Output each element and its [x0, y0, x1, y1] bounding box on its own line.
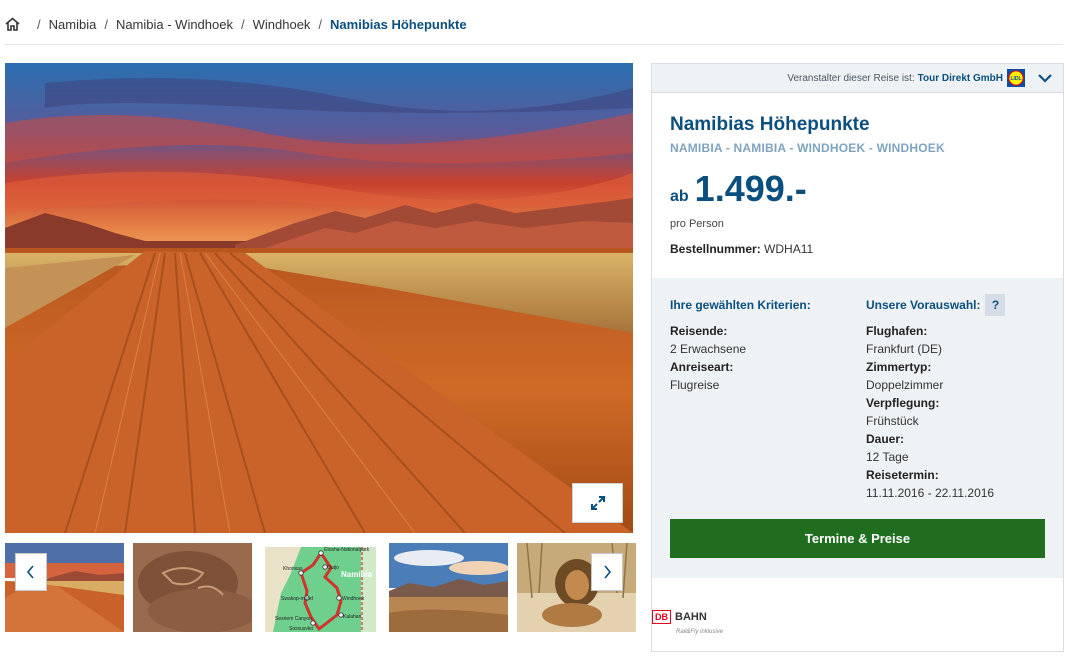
chevron-right-icon — [604, 565, 612, 579]
preselection-label: Zimmertyp: — [866, 360, 932, 374]
preselection: Unsere Vorauswahl: ? Flughafen: Frankfur… — [866, 294, 1006, 502]
thumbnail-landscape[interactable] — [389, 543, 508, 632]
operator-label: Veranstalter dieser Reise ist: — [787, 72, 915, 84]
selected-criteria-heading: Ihre gewählten Kriterien: — [670, 298, 811, 312]
order-value: WDHA11 — [764, 242, 814, 256]
breadcrumb-separator: / — [240, 16, 245, 32]
preselection-heading: Unsere Vorauswahl: ? — [866, 294, 1006, 316]
svg-text:LIDL: LIDL — [1010, 76, 1021, 82]
map-label-swakopmund: Swakop-mund — [281, 596, 313, 602]
preselection-heading-text: Unsere Vorauswahl: — [866, 298, 981, 312]
expand-button[interactable] — [572, 483, 623, 523]
trip-title: Namibias Höhepunkte — [670, 114, 870, 135]
preselection-value: Doppelzimmer — [866, 378, 944, 392]
expand-icon — [590, 496, 605, 510]
db-logo: DB — [652, 610, 671, 624]
breadcrumb-current: Namibias Höhepunkte — [330, 16, 467, 32]
bahn-tagline: Rail&Fly inklusive — [676, 629, 724, 635]
map-label-outjo: Outjo — [327, 565, 339, 571]
home-icon[interactable] — [5, 17, 20, 31]
preselection-value: 12 Tage — [866, 450, 909, 464]
operator-name: Tour Direkt GmbH — [917, 72, 1003, 84]
map-label-sesriem: Sesriem Canyon — [275, 616, 312, 622]
preselection-label: Dauer: — [866, 432, 905, 446]
price-prefix: ab — [670, 188, 689, 205]
selected-criteria: Ihre gewählten Kriterien: Reisende: 2 Er… — [670, 296, 811, 394]
breadcrumb: / Namibia / Namibia - Windhoek / Windhoe… — [5, 14, 467, 34]
price: ab 1.499.- — [670, 168, 807, 210]
price-unit: pro Person — [670, 218, 724, 230]
criteria-value: 2 Erwachsene — [670, 342, 747, 356]
help-button[interactable]: ? — [985, 294, 1006, 316]
breadcrumb-link-namibia[interactable]: Namibia — [49, 17, 97, 32]
preselection-value: Frühstück — [866, 414, 919, 428]
preselection-label: Reisetermin: — [866, 468, 939, 482]
chevron-down-icon[interactable] — [1037, 73, 1053, 83]
map-label-khorixas: Khorixas — [283, 566, 303, 572]
trip-destination: NAMIBIA - NAMIBIA - WINDHOEK - WINDHOEK — [670, 141, 945, 155]
thumbnail-rock-engraving[interactable] — [133, 543, 252, 632]
breadcrumb-divider — [5, 44, 1063, 45]
booking-panel: Veranstalter dieser Reise ist: Tour Dire… — [651, 63, 1064, 652]
criteria-value: Flugreise — [670, 378, 720, 392]
order-number: Bestellnummer: WDHA11 — [670, 242, 813, 256]
preselection-label: Verpflegung: — [866, 396, 940, 410]
order-label: Bestellnummer: — [670, 242, 761, 256]
map-label-kalahari: Kalahari — [343, 614, 361, 620]
desert-road-photo — [5, 63, 633, 533]
gallery-prev-button[interactable] — [15, 553, 47, 591]
map-label-sossusvlei: Sossusvlei — [289, 626, 313, 632]
bahn-name: BAHN — [675, 611, 707, 623]
breadcrumb-separator: / — [318, 16, 323, 32]
criteria-label: Reisende: — [670, 324, 728, 338]
map-label-etosha: Etosha-Nationalpark — [324, 547, 370, 553]
dates-prices-button[interactable]: Termine & Preise — [670, 519, 1045, 558]
lidl-logo: LIDL — [1007, 69, 1025, 87]
preselection-value: 11.11.2016 - 22.11.2016 — [866, 486, 995, 500]
breadcrumb-link-windhoek[interactable]: Windhoek — [253, 17, 311, 32]
criteria-label: Anreiseart: — [670, 360, 734, 374]
thumbnail-strip: Namibia Etosha-Nationalpark Outjo Khorix… — [5, 543, 636, 632]
breadcrumb-link-namibia-windhoek[interactable]: Namibia - Windhoek — [116, 17, 233, 32]
preselection-value: Frankfurt (DE) — [866, 342, 943, 356]
operator-bar: Veranstalter dieser Reise ist: Tour Dire… — [652, 64, 1063, 93]
gallery-next-button[interactable] — [591, 553, 623, 591]
breadcrumb-separator: / — [37, 16, 41, 32]
thumbnail-route-map[interactable]: Namibia Etosha-Nationalpark Outjo Khorix… — [261, 543, 380, 632]
preselection-label: Flughafen: — [866, 324, 928, 338]
main-photo[interactable] — [5, 63, 633, 533]
map-label-windhoek: Windhoek — [342, 596, 365, 602]
chevron-left-icon — [26, 565, 34, 579]
db-bahn-logo: DB BAHN Rail&Fly inklusive — [652, 610, 723, 635]
map-label-namibia: Namibia — [341, 570, 373, 579]
breadcrumb-separator: / — [104, 16, 108, 32]
price-value: 1.499.- — [694, 168, 807, 209]
